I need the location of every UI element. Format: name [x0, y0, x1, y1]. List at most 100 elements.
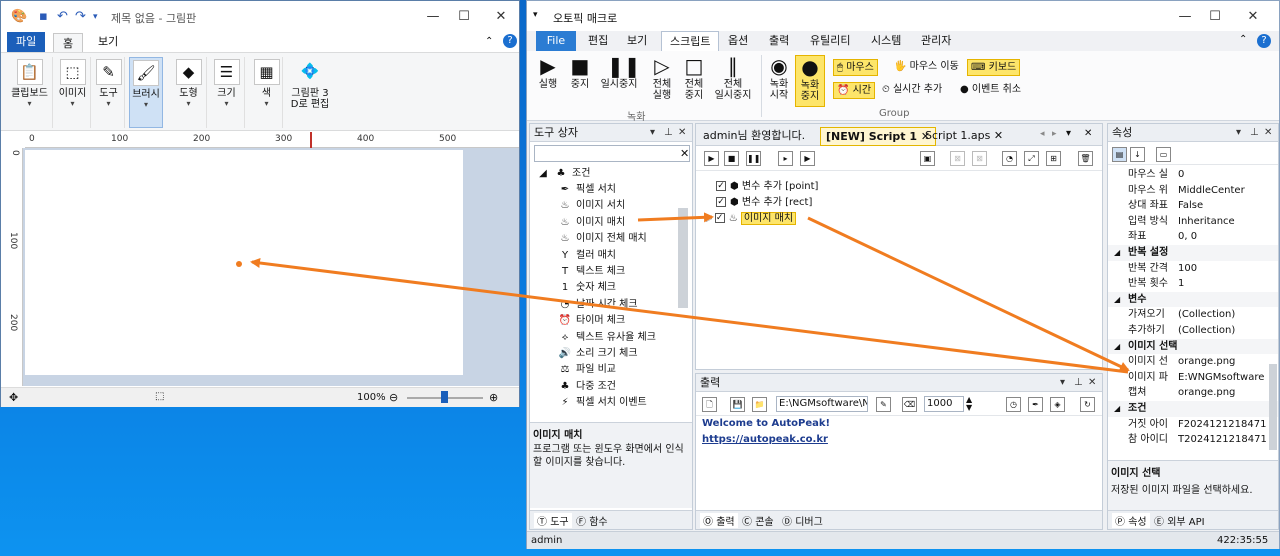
tab-view[interactable]: 보기 — [619, 31, 655, 51]
toolbox-search[interactable] — [534, 145, 690, 162]
property-value[interactable]: orange.png — [1178, 385, 1276, 401]
property-row[interactable]: 가져오기 (Collection) — [1108, 307, 1278, 323]
pause-button[interactable]: ❚❚ 일시중지 — [597, 55, 641, 90]
drawing-canvas[interactable] — [25, 150, 463, 375]
toolbox-item[interactable]: 🔊 소리 크기 체크 — [558, 346, 708, 362]
refresh-icon[interactable]: ↻ — [1080, 397, 1095, 412]
qat-dropdown-icon[interactable]: ▾ — [93, 12, 98, 22]
new-file-icon[interactable]: 🗋 — [702, 397, 717, 412]
mouse-move-toggle[interactable]: 🖐 마우스 이동 — [891, 59, 962, 76]
tab-script[interactable]: 스크립트 — [661, 31, 720, 51]
fit-icon[interactable]: ⊞ — [1046, 151, 1061, 166]
output-interval-field[interactable]: 1000 — [924, 396, 964, 412]
brush-icon[interactable]: ✎ — [876, 397, 891, 412]
pin-icon[interactable]: ⊥ — [1250, 124, 1259, 142]
save-icon[interactable]: 💾 — [730, 397, 745, 412]
close-button[interactable]: ✕ — [487, 7, 515, 27]
property-category[interactable]: ◢ 이미지 선택 — [1108, 338, 1278, 355]
tools-button[interactable]: ✎ 도구 ▾ — [93, 57, 125, 128]
record-stop-button[interactable]: ● 녹화 중지 — [795, 55, 825, 107]
timer-icon[interactable]: ◔ — [1002, 151, 1017, 166]
script-line-selected[interactable]: ▷ ✓ ♨ 이미지 매치 — [706, 211, 797, 227]
pane-menu-icon[interactable]: ▾ — [1060, 374, 1065, 392]
color-button[interactable]: ▦ 색 ▾ — [251, 57, 283, 128]
property-row[interactable]: 참 아이디 T2024121218471 — [1108, 432, 1278, 448]
keyboard-toggle[interactable]: ⌨ 키보드 — [967, 59, 1021, 76]
mouse-toggle[interactable]: 🖱 마우스 — [833, 59, 878, 76]
property-value[interactable]: Inheritance — [1178, 214, 1276, 230]
pin-icon[interactable]: ⊥ — [664, 124, 673, 142]
property-row[interactable]: 이미지 선 orange.png — [1108, 354, 1278, 370]
property-pages-icon[interactable]: ▭ — [1156, 147, 1171, 162]
sort-az-icon[interactable]: ↓ — [1130, 147, 1145, 162]
collapse-icon[interactable]: ◢ — [1114, 401, 1120, 417]
property-value[interactable]: MiddleCenter — [1178, 183, 1276, 199]
close-icon[interactable]: ✕ — [1088, 374, 1096, 392]
categorized-icon[interactable]: ▤ — [1112, 147, 1127, 162]
tab-script-file[interactable]: Script 1.aps ✕ — [920, 127, 1008, 146]
tab-tools[interactable]: Ⓣ 도구 — [534, 513, 572, 528]
tab-scroll-left-icon[interactable]: ◂ — [1040, 129, 1045, 139]
tab-console[interactable]: Ⓒ 콘솔 — [742, 513, 774, 528]
property-value[interactable]: False — [1178, 198, 1276, 214]
property-value[interactable]: (Collection) — [1178, 323, 1276, 339]
paint3d-button[interactable]: 💠 그림판 3 D로 편집 — [287, 57, 333, 128]
tab-output[interactable]: Ⓞ 출력 — [700, 513, 738, 528]
tab-functions[interactable]: Ⓕ 함수 — [576, 513, 608, 528]
pin-icon[interactable]: ⊥ — [1074, 374, 1083, 392]
menu-dropdown-icon[interactable]: ▾ — [533, 10, 538, 20]
toolbox-item[interactable]: ⏰ 타이머 체크 — [558, 313, 708, 329]
help-icon[interactable]: ? — [503, 34, 517, 48]
tab-system[interactable]: 시스템 — [863, 31, 909, 51]
checkbox[interactable]: ✓ — [714, 213, 725, 223]
record-start-button[interactable]: ◉ 녹화 시작 — [765, 55, 793, 101]
property-category[interactable]: ◢ 조건 — [1108, 401, 1278, 417]
tree-node-condition[interactable]: ◢ ♣ 조건 — [536, 166, 686, 182]
toolbox-item[interactable]: ✒ 픽셀 서치 — [558, 182, 708, 198]
checkbox[interactable]: ✓ — [716, 181, 726, 191]
property-value[interactable]: 1 — [1178, 276, 1276, 292]
delete-icon[interactable]: 🗑 — [1078, 151, 1093, 166]
collapse-icon[interactable]: ◢ — [1114, 245, 1120, 261]
property-row[interactable]: 마우스 위 MiddleCenter — [1108, 183, 1278, 199]
maximize-button[interactable]: ☐ — [450, 7, 478, 27]
step-icon[interactable]: ▸ — [778, 151, 793, 166]
ribbon-collapse-icon[interactable]: ⌃ — [1239, 34, 1247, 45]
help-icon[interactable]: ? — [1257, 34, 1271, 48]
property-row[interactable]: 거짓 아이 F2024121218471 — [1108, 417, 1278, 433]
fill-icon[interactable]: ◈ — [1050, 397, 1065, 412]
property-row[interactable]: 캡쳐 orange.png — [1108, 385, 1278, 401]
tab-options[interactable]: 옵션 — [720, 31, 756, 51]
website-link[interactable]: https://autopeak.co.kr — [702, 434, 828, 445]
redo-icon[interactable]: ↷ — [75, 9, 86, 24]
tab-edit[interactable]: 편집 — [580, 31, 616, 51]
property-value[interactable]: F2024121218471 — [1178, 417, 1276, 433]
ribbon-collapse-icon[interactable]: ⌃ — [485, 36, 493, 47]
collapse-icon[interactable]: ◢ — [1114, 339, 1120, 355]
tab-list-icon[interactable]: ▾ — [1066, 128, 1071, 139]
property-row[interactable]: 반복 횟수 1 — [1108, 276, 1278, 292]
save-icon[interactable]: ▪ — [39, 9, 48, 24]
minimize-button[interactable]: — — [419, 7, 447, 27]
property-row[interactable]: 이미지 파 E:WNGMsoftware — [1108, 370, 1278, 386]
tab-admin[interactable]: 관리자 — [913, 31, 959, 51]
property-category[interactable]: ◢ 변수 — [1108, 291, 1278, 308]
property-value[interactable]: (Collection) — [1178, 307, 1276, 323]
collapse-icon[interactable]: ◢ — [1114, 292, 1120, 308]
tab-new-script[interactable]: [NEW] Script 1 ✕ — [820, 127, 937, 146]
expand-arrow-icon[interactable]: ▷ — [706, 214, 715, 223]
property-category[interactable]: ◢ 반복 설정 — [1108, 245, 1278, 261]
zoom-slider-thumb[interactable] — [441, 391, 448, 403]
property-value[interactable]: 100 — [1178, 261, 1276, 277]
toolbox-item[interactable]: ⚖ 파일 비교 — [558, 362, 708, 378]
property-row[interactable]: 상대 좌표 False — [1108, 198, 1278, 214]
toolbox-item[interactable]: ⚡ 픽셀 서치 이벤트 — [558, 395, 708, 411]
zoom-out-button[interactable]: ⊖ — [389, 391, 398, 404]
stepper-icon[interactable]: ▲ ▼ — [966, 396, 972, 412]
add-pause-toggle[interactable]: ⏲ 실시간 추가 — [879, 82, 945, 99]
eraser-icon[interactable]: ⌫ — [902, 397, 917, 412]
stop-button[interactable]: ■ 중지 — [567, 55, 593, 90]
tab-utility[interactable]: 유틸리티 — [802, 31, 858, 51]
tab-external-api[interactable]: Ⓔ 외부 API — [1154, 513, 1205, 528]
brush-button[interactable]: 🖌 브러시 ▾ — [129, 57, 163, 128]
